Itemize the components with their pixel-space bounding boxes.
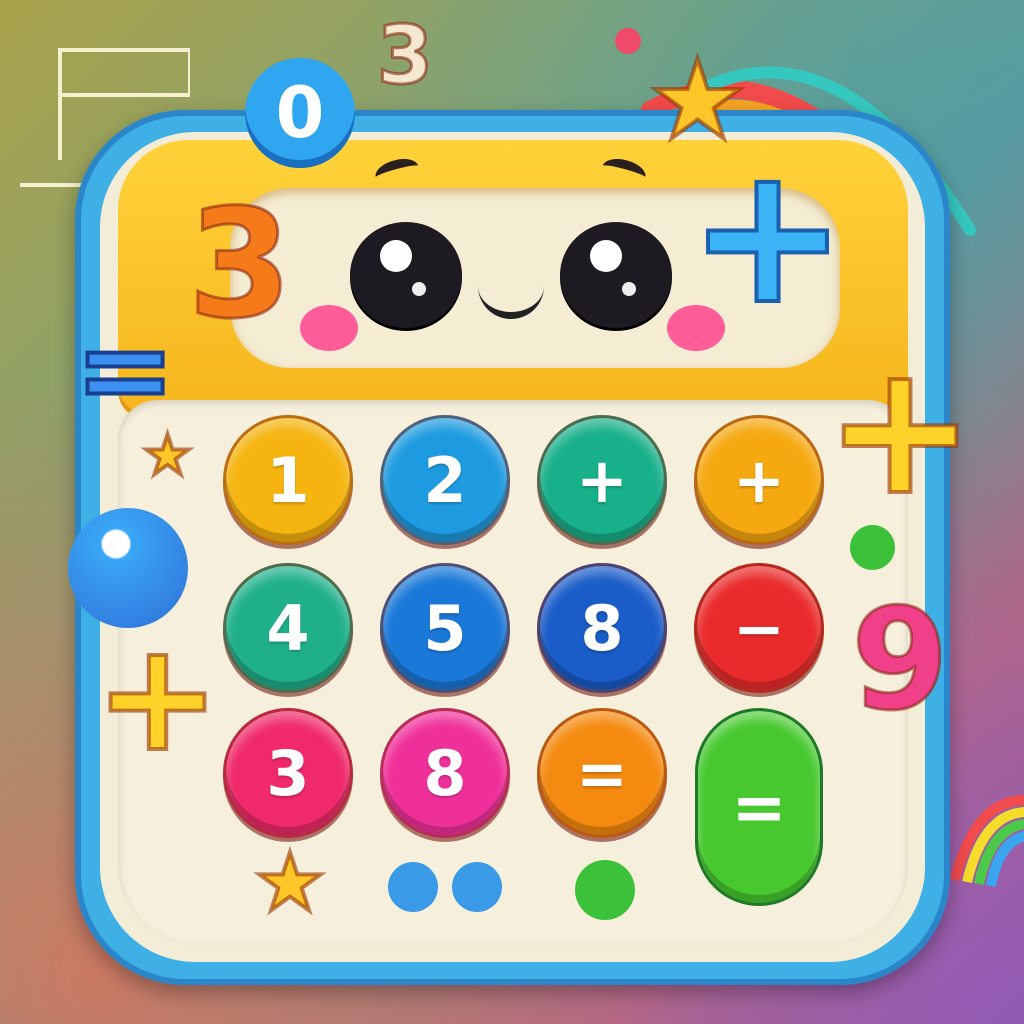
key-button[interactable]: + bbox=[694, 415, 824, 545]
digit-three-left: 3 bbox=[186, 177, 293, 354]
key-button[interactable]: 5 bbox=[380, 563, 510, 693]
right-eye bbox=[560, 222, 672, 328]
left-eye bbox=[350, 222, 462, 328]
star-decoration: ★ bbox=[646, 34, 749, 166]
key-button[interactable]: 1 bbox=[223, 415, 353, 545]
green-dot-decoration bbox=[850, 525, 895, 570]
plus-yellow-left-decoration: + bbox=[93, 609, 223, 787]
key-button[interactable]: − bbox=[694, 563, 824, 693]
key-button[interactable]: = bbox=[537, 708, 667, 838]
blue-ball-decoration bbox=[68, 508, 188, 628]
key-button[interactable]: 8 bbox=[537, 563, 667, 693]
plus-yellow-right-decoration: + bbox=[823, 324, 978, 537]
key-button[interactable]: 8 bbox=[380, 708, 510, 838]
star-small-decoration: ★ bbox=[141, 421, 194, 489]
left-blush bbox=[300, 305, 358, 351]
digit-nine: 9 bbox=[850, 577, 950, 743]
star-bottom-decoration: ★ bbox=[252, 834, 328, 931]
pink-dot-decoration bbox=[615, 28, 641, 54]
blue-dot-decoration bbox=[452, 862, 502, 912]
digit-three-top: 3 bbox=[376, 7, 435, 103]
key-button[interactable]: 2 bbox=[380, 415, 510, 545]
equals-button-large[interactable]: = bbox=[695, 708, 823, 906]
key-button[interactable]: + bbox=[537, 415, 667, 545]
green-blob-decoration bbox=[575, 860, 635, 920]
key-button[interactable]: 3 bbox=[223, 708, 353, 838]
small-rainbow-decoration bbox=[950, 795, 1024, 887]
key-button[interactable]: 4 bbox=[223, 563, 353, 693]
blue-dot-decoration bbox=[388, 862, 438, 912]
equals-blue-decoration: = bbox=[73, 299, 178, 442]
digit-zero-bubble: 0 bbox=[245, 58, 355, 168]
plus-blue-decoration: + bbox=[686, 123, 849, 348]
